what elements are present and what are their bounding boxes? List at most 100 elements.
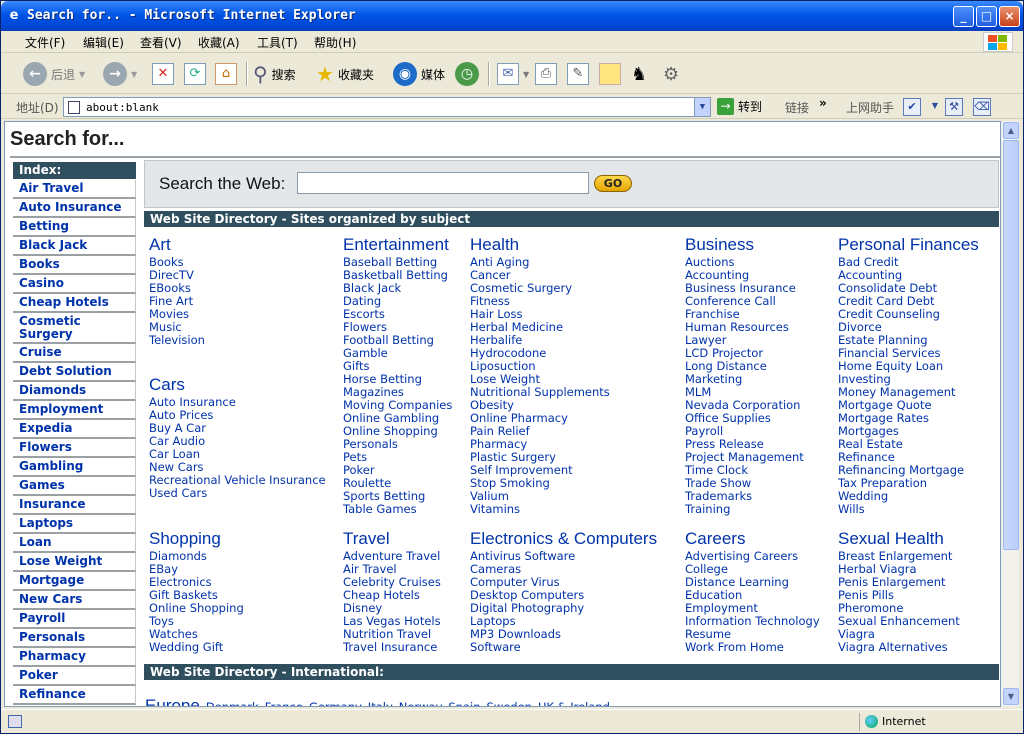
search-go-button[interactable]: GO bbox=[594, 175, 632, 192]
index-link[interactable]: Refinance bbox=[13, 686, 136, 705]
index-link[interactable]: Lose Weight bbox=[13, 553, 136, 572]
maximize-button[interactable]: □ bbox=[976, 6, 997, 27]
category-link[interactable]: Television bbox=[149, 334, 205, 347]
menu-view[interactable]: 查看(V) bbox=[140, 34, 182, 51]
search-button[interactable]: ⚲ 搜索 bbox=[253, 60, 296, 88]
helper-check-icon[interactable]: ✔ bbox=[903, 98, 921, 116]
history-button[interactable]: ◷ bbox=[455, 60, 479, 88]
index-link[interactable]: Auto Insurance bbox=[13, 199, 136, 218]
category-link[interactable]: Used Cars bbox=[149, 487, 326, 500]
home-button[interactable]: ⌂ bbox=[215, 60, 237, 88]
index-link[interactable]: Cheap Hotels bbox=[13, 294, 136, 313]
go-button[interactable]: → 转到 bbox=[717, 98, 762, 115]
index-link[interactable]: Poker bbox=[13, 667, 136, 686]
edit-button[interactable]: ✎ bbox=[567, 60, 589, 88]
category-link[interactable]: Wills bbox=[838, 503, 979, 516]
index-link[interactable]: Air Travel bbox=[13, 180, 136, 199]
scroll-thumb[interactable] bbox=[1003, 140, 1019, 550]
category-link[interactable]: Travel Insurance bbox=[343, 641, 441, 654]
index-link[interactable]: Pharmacy bbox=[13, 648, 136, 667]
country-link[interactable]: Spain bbox=[448, 700, 480, 706]
minimize-button[interactable]: _ bbox=[953, 6, 974, 27]
category-title[interactable]: Electronics & Computers bbox=[470, 529, 657, 549]
index-link[interactable]: Debt Solution bbox=[13, 363, 136, 382]
index-link[interactable]: Betting bbox=[13, 218, 136, 237]
close-button[interactable]: × bbox=[999, 6, 1020, 27]
refresh-button[interactable]: ⟳ bbox=[184, 60, 206, 88]
category-link[interactable]: Software bbox=[470, 641, 657, 654]
menu-edit[interactable]: 编辑(E) bbox=[83, 34, 124, 51]
search-input[interactable] bbox=[297, 172, 589, 194]
index-link[interactable]: Personals bbox=[13, 629, 136, 648]
country-link[interactable]: Germany bbox=[309, 700, 362, 706]
index-link[interactable]: Loan bbox=[13, 534, 136, 553]
helper-dropdown-icon[interactable]: ▼ bbox=[926, 98, 944, 116]
category-title[interactable]: Cars bbox=[149, 375, 326, 395]
category-title[interactable]: Entertainment bbox=[343, 235, 452, 255]
back-button[interactable]: ← 后退 ▼ bbox=[23, 60, 85, 88]
index-link[interactable]: Diamonds bbox=[13, 382, 136, 401]
index-link[interactable]: Casino bbox=[13, 275, 136, 294]
forward-button[interactable]: → ▼ bbox=[103, 60, 137, 88]
country-link[interactable]: Denmark bbox=[206, 700, 259, 706]
print-button[interactable]: ⎙ bbox=[535, 60, 557, 88]
country-link[interactable]: Norway bbox=[399, 700, 443, 706]
category-link[interactable]: Vitamins bbox=[470, 503, 610, 516]
page-viewport[interactable]: Search for... Index: Air Travel Auto Insu… bbox=[4, 121, 1001, 707]
index-link[interactable]: Black Jack bbox=[13, 237, 136, 256]
address-input[interactable]: about:blank ▼ bbox=[63, 97, 711, 117]
index-link[interactable]: Insurance bbox=[13, 496, 136, 515]
discuss-button[interactable] bbox=[599, 60, 621, 88]
index-link[interactable]: Games bbox=[13, 477, 136, 496]
category-title[interactable]: Shopping bbox=[149, 529, 244, 549]
favorites-button[interactable]: ★ 收藏夹 bbox=[316, 60, 374, 88]
back-dropdown-icon[interactable]: ▼ bbox=[79, 70, 85, 79]
index-link[interactable]: Cosmetic Surgery bbox=[13, 313, 136, 344]
index-link[interactable]: Mortgage bbox=[13, 572, 136, 591]
category-title[interactable]: Business bbox=[685, 235, 804, 255]
category-title[interactable]: Personal Finances bbox=[838, 235, 979, 255]
country-link[interactable]: Sweden bbox=[487, 700, 532, 706]
research-button[interactable]: ⚙ bbox=[663, 60, 679, 88]
category-link[interactable]: Work From Home bbox=[685, 641, 820, 654]
category-title[interactable]: Europe bbox=[145, 696, 200, 706]
helper-tool-icon[interactable]: ⚒ bbox=[945, 98, 963, 116]
category-title[interactable]: Travel bbox=[343, 529, 441, 549]
messenger-button[interactable]: ♞ bbox=[631, 60, 647, 88]
index-link[interactable]: Expedia bbox=[13, 420, 136, 439]
scroll-up-icon[interactable]: ▲ bbox=[1003, 122, 1019, 139]
menu-file[interactable]: 文件(F) bbox=[25, 34, 65, 51]
category-title[interactable]: Art bbox=[149, 235, 205, 255]
scroll-down-icon[interactable]: ▼ bbox=[1003, 688, 1019, 705]
address-dropdown-icon[interactable]: ▼ bbox=[694, 98, 710, 116]
index-link[interactable]: Employment bbox=[13, 401, 136, 420]
helper-erase-icon[interactable]: ⌫ bbox=[973, 98, 991, 116]
index-link[interactable]: New Cars bbox=[13, 591, 136, 610]
index-link[interactable]: Cruise bbox=[13, 344, 136, 363]
index-link[interactable]: Flowers bbox=[13, 439, 136, 458]
index-link[interactable]: Payroll bbox=[13, 610, 136, 629]
mail-dropdown-icon[interactable]: ▼ bbox=[523, 70, 529, 79]
links-label[interactable]: 链接 bbox=[785, 99, 809, 116]
category-link[interactable]: Table Games bbox=[343, 503, 452, 516]
category-title[interactable]: Sexual Health bbox=[838, 529, 960, 549]
index-link[interactable]: Gambling bbox=[13, 458, 136, 477]
vertical-scrollbar[interactable]: ▲ ▼ bbox=[1001, 121, 1019, 707]
country-link[interactable]: France bbox=[265, 700, 303, 706]
category-link[interactable]: Wedding Gift bbox=[149, 641, 244, 654]
menu-favorites[interactable]: 收藏(A) bbox=[198, 34, 240, 51]
index-link[interactable]: Books bbox=[13, 256, 136, 275]
menu-help[interactable]: 帮助(H) bbox=[314, 34, 356, 51]
stop-button[interactable]: ✕ bbox=[152, 60, 174, 88]
forward-dropdown-icon[interactable]: ▼ bbox=[131, 70, 137, 79]
category-title[interactable]: Health bbox=[470, 235, 610, 255]
category-link[interactable]: Training bbox=[685, 503, 804, 516]
links-chevron-icon[interactable]: » bbox=[819, 96, 827, 110]
menu-tools[interactable]: 工具(T) bbox=[257, 34, 298, 51]
mail-button[interactable]: ✉ ▼ bbox=[497, 60, 529, 88]
title-bar[interactable]: e Search for.. - Microsoft Internet Expl… bbox=[1, 1, 1023, 31]
country-link[interactable]: Italy bbox=[368, 700, 393, 706]
country-link[interactable]: UK & Ireland bbox=[538, 700, 610, 706]
category-link[interactable]: Viagra Alternatives bbox=[838, 641, 960, 654]
category-title[interactable]: Careers bbox=[685, 529, 820, 549]
